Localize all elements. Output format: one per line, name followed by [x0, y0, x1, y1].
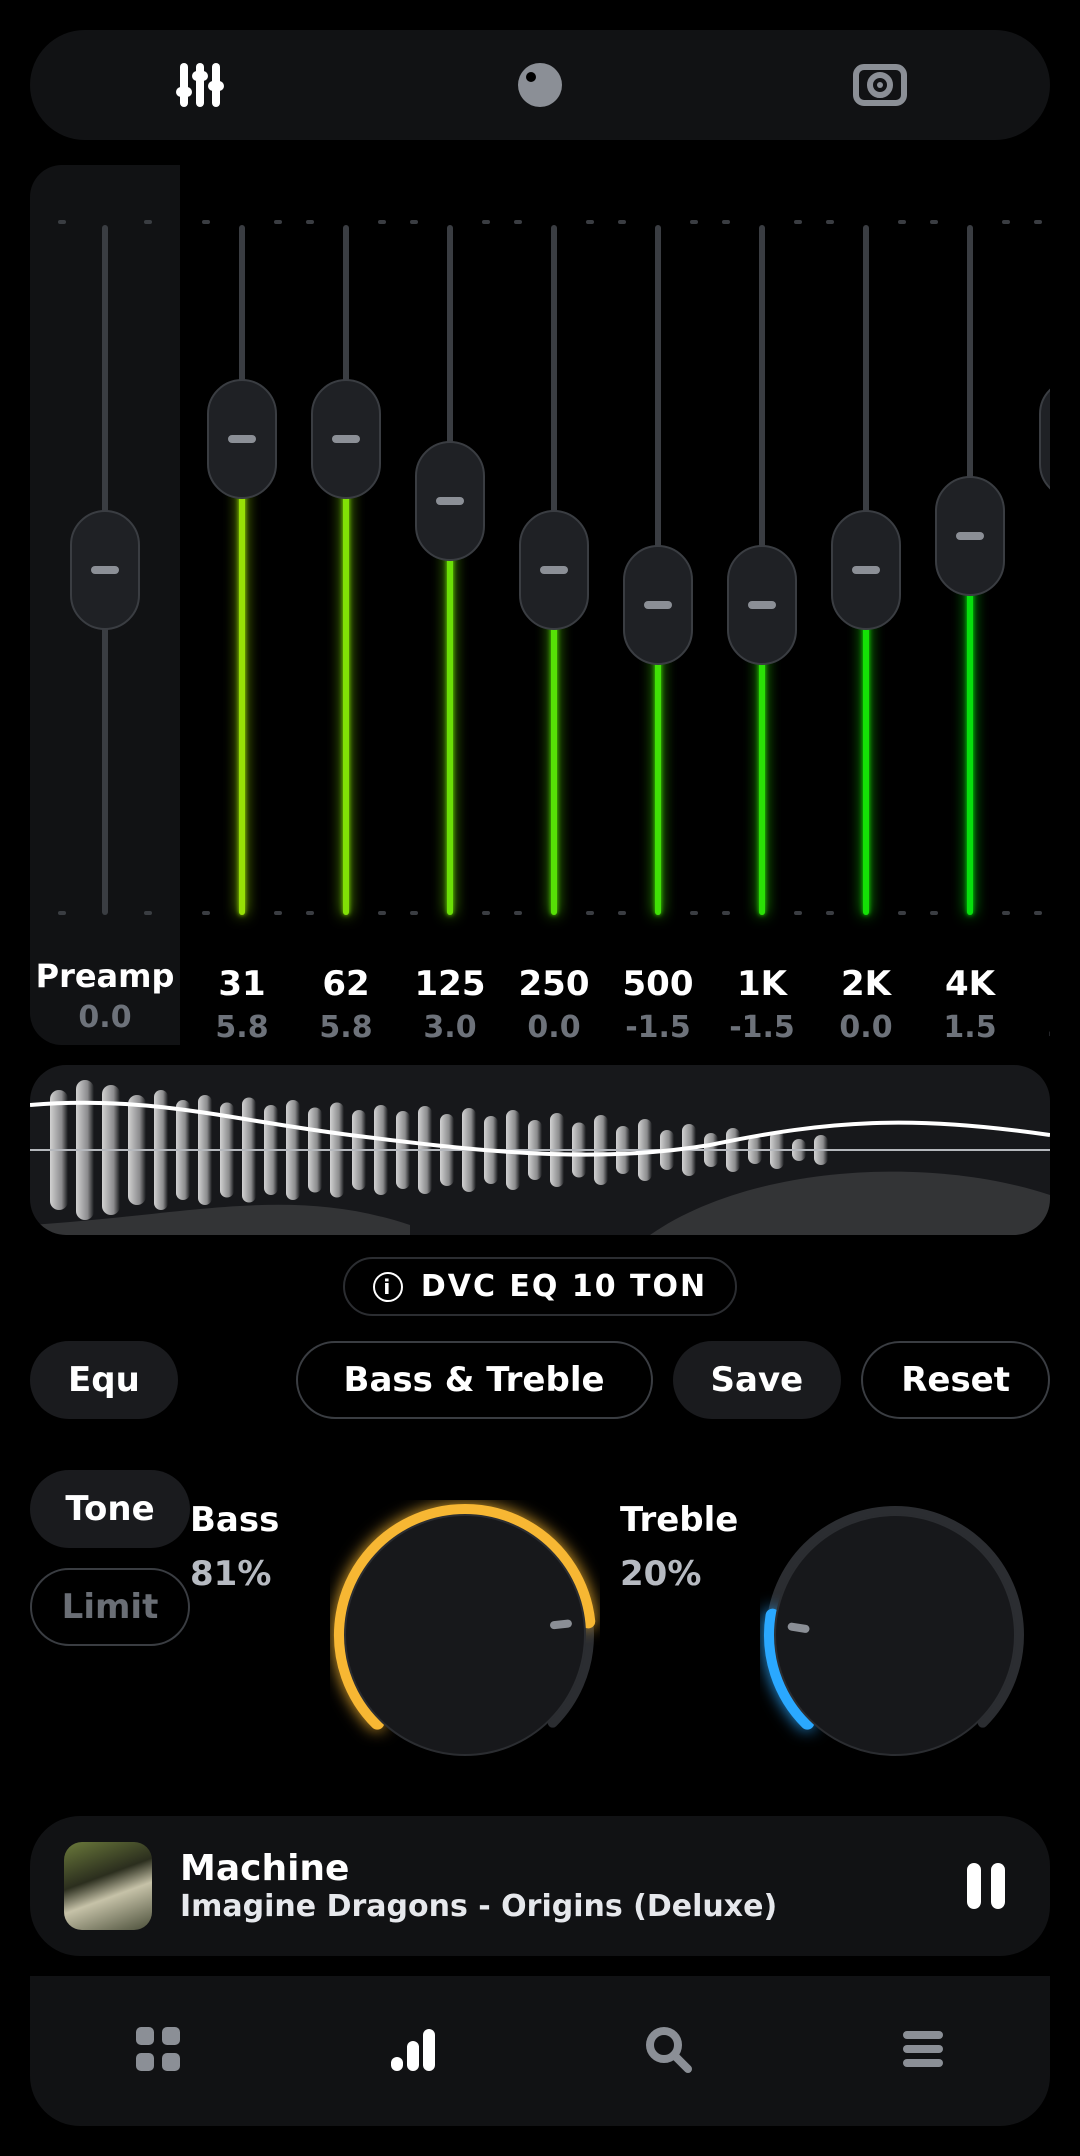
knob-dot-icon — [508, 53, 572, 117]
pause-icon — [967, 1863, 981, 1909]
treble-knob-block: Treble 20% — [620, 1500, 1030, 1770]
preset-name: DVC EQ 10 TON — [421, 1269, 707, 1304]
limit-button[interactable]: Limit — [30, 1568, 190, 1646]
preset-badge[interactable]: i DVC EQ 10 TON — [343, 1257, 737, 1316]
band-freq: 8K — [1022, 964, 1050, 1004]
bass-label: Bass — [190, 1500, 330, 1540]
tone-button[interactable]: Tone — [30, 1470, 190, 1548]
band-value: 5.8 — [294, 1010, 398, 1045]
track-subtitle: Imagine Dragons - Origins (Deluxe) — [180, 1889, 928, 1924]
eq-band-8K[interactable]: 8K 5.8 — [1022, 165, 1050, 1045]
bass-knob-block: Bass 81% — [190, 1500, 600, 1770]
menu-icon — [895, 2021, 951, 2077]
treble-knob[interactable] — [760, 1500, 1030, 1770]
equ-button[interactable]: Equ — [30, 1341, 178, 1419]
track-meta: Machine Imagine Dragons - Origins (Delux… — [180, 1848, 928, 1924]
eq-band-500[interactable]: 500 -1.5 — [606, 165, 710, 1045]
band-freq: 500 — [606, 964, 710, 1004]
album-art — [64, 1842, 152, 1930]
response-curve[interactable] — [30, 1065, 1050, 1235]
nav-search[interactable] — [640, 2021, 696, 2081]
slider-thumb[interactable] — [727, 545, 797, 665]
nav-equalizer[interactable] — [385, 2021, 441, 2081]
eq-band-1K[interactable]: 1K -1.5 — [710, 165, 814, 1045]
band-value: -1.5 — [710, 1010, 814, 1045]
bass-knob[interactable] — [330, 1500, 600, 1770]
nav-library[interactable] — [130, 2021, 186, 2081]
band-value: -1.5 — [606, 1010, 710, 1045]
now-playing-bar[interactable]: Machine Imagine Dragons - Origins (Delux… — [30, 1816, 1050, 1956]
eq-band-62[interactable]: 62 5.8 — [294, 165, 398, 1045]
bars-icon — [385, 2021, 441, 2077]
band-freq: 31 — [190, 964, 294, 1004]
band-value: 0.0 — [814, 1010, 918, 1045]
eq-bands: 31 5.8 62 5.8 125 3.0 250 0.0 — [190, 165, 1050, 1045]
eq-band-31[interactable]: 31 5.8 — [190, 165, 294, 1045]
track-title: Machine — [180, 1848, 928, 1889]
slider-thumb[interactable] — [519, 510, 589, 630]
slider-thumb[interactable] — [935, 476, 1005, 596]
band-freq: 125 — [398, 964, 502, 1004]
band-freq: 62 — [294, 964, 398, 1004]
band-value: 1.5 — [918, 1010, 1022, 1045]
eq-band-4K[interactable]: 4K 1.5 — [918, 165, 1022, 1045]
grid-icon — [130, 2021, 186, 2077]
band-value: 5.8 — [190, 1010, 294, 1045]
band-value: 3.0 — [398, 1010, 502, 1045]
band-freq: 2K — [814, 964, 918, 1004]
top-tab-bar — [30, 30, 1050, 140]
eq-band-125[interactable]: 125 3.0 — [398, 165, 502, 1045]
band-freq: 4K — [918, 964, 1022, 1004]
band-freq: 250 — [502, 964, 606, 1004]
eq-bands-scroll[interactable]: 31 5.8 62 5.8 125 3.0 250 0.0 — [180, 165, 1050, 1045]
slider-thumb[interactable] — [311, 379, 381, 499]
side-button-column: Tone Limit — [30, 1470, 190, 1646]
curve-svg — [30, 1065, 1050, 1235]
band-value: 5.8 — [1022, 1010, 1050, 1045]
band-freq: 1K — [710, 964, 814, 1004]
equalizer-area: Preamp 0.0 31 5.8 62 5.8 125 3.0 — [30, 165, 1050, 1045]
preamp-value: 0.0 — [30, 1000, 180, 1035]
slider-thumb[interactable] — [415, 441, 485, 561]
pause-button[interactable] — [956, 1856, 1016, 1916]
search-icon — [640, 2021, 696, 2077]
treble-label: Treble — [620, 1500, 760, 1540]
info-icon: i — [373, 1272, 403, 1302]
action-row: Equ Bass & Treble Save Reset — [30, 1340, 1050, 1420]
save-button[interactable]: Save — [673, 1341, 842, 1419]
sliders-icon — [168, 53, 232, 117]
slider-thumb[interactable] — [70, 510, 140, 630]
nav-menu[interactable] — [895, 2021, 951, 2081]
preamp-slider[interactable]: Preamp 0.0 — [30, 165, 180, 1045]
equalizer-screen: Preamp 0.0 31 5.8 62 5.8 125 3.0 — [0, 0, 1080, 2156]
tab-surround[interactable] — [780, 30, 980, 140]
slider-thumb[interactable] — [207, 379, 277, 499]
preamp-label: Preamp — [30, 957, 180, 995]
tab-equalizer[interactable] — [100, 30, 300, 140]
knob-row: Bass 81% Treble 20% — [190, 1500, 1050, 1770]
reset-button[interactable]: Reset — [861, 1341, 1050, 1419]
bass-percent: 81% — [190, 1554, 330, 1594]
tab-effects[interactable] — [440, 30, 640, 140]
slider-thumb[interactable] — [1039, 379, 1050, 499]
band-value: 0.0 — [502, 1010, 606, 1045]
eq-band-2K[interactable]: 2K 0.0 — [814, 165, 918, 1045]
slider-thumb[interactable] — [831, 510, 901, 630]
bass-treble-button[interactable]: Bass & Treble — [296, 1341, 653, 1419]
surround-icon — [848, 53, 912, 117]
slider-thumb[interactable] — [623, 545, 693, 665]
treble-percent: 20% — [620, 1554, 760, 1594]
eq-band-250[interactable]: 250 0.0 — [502, 165, 606, 1045]
bottom-nav — [30, 1976, 1050, 2126]
